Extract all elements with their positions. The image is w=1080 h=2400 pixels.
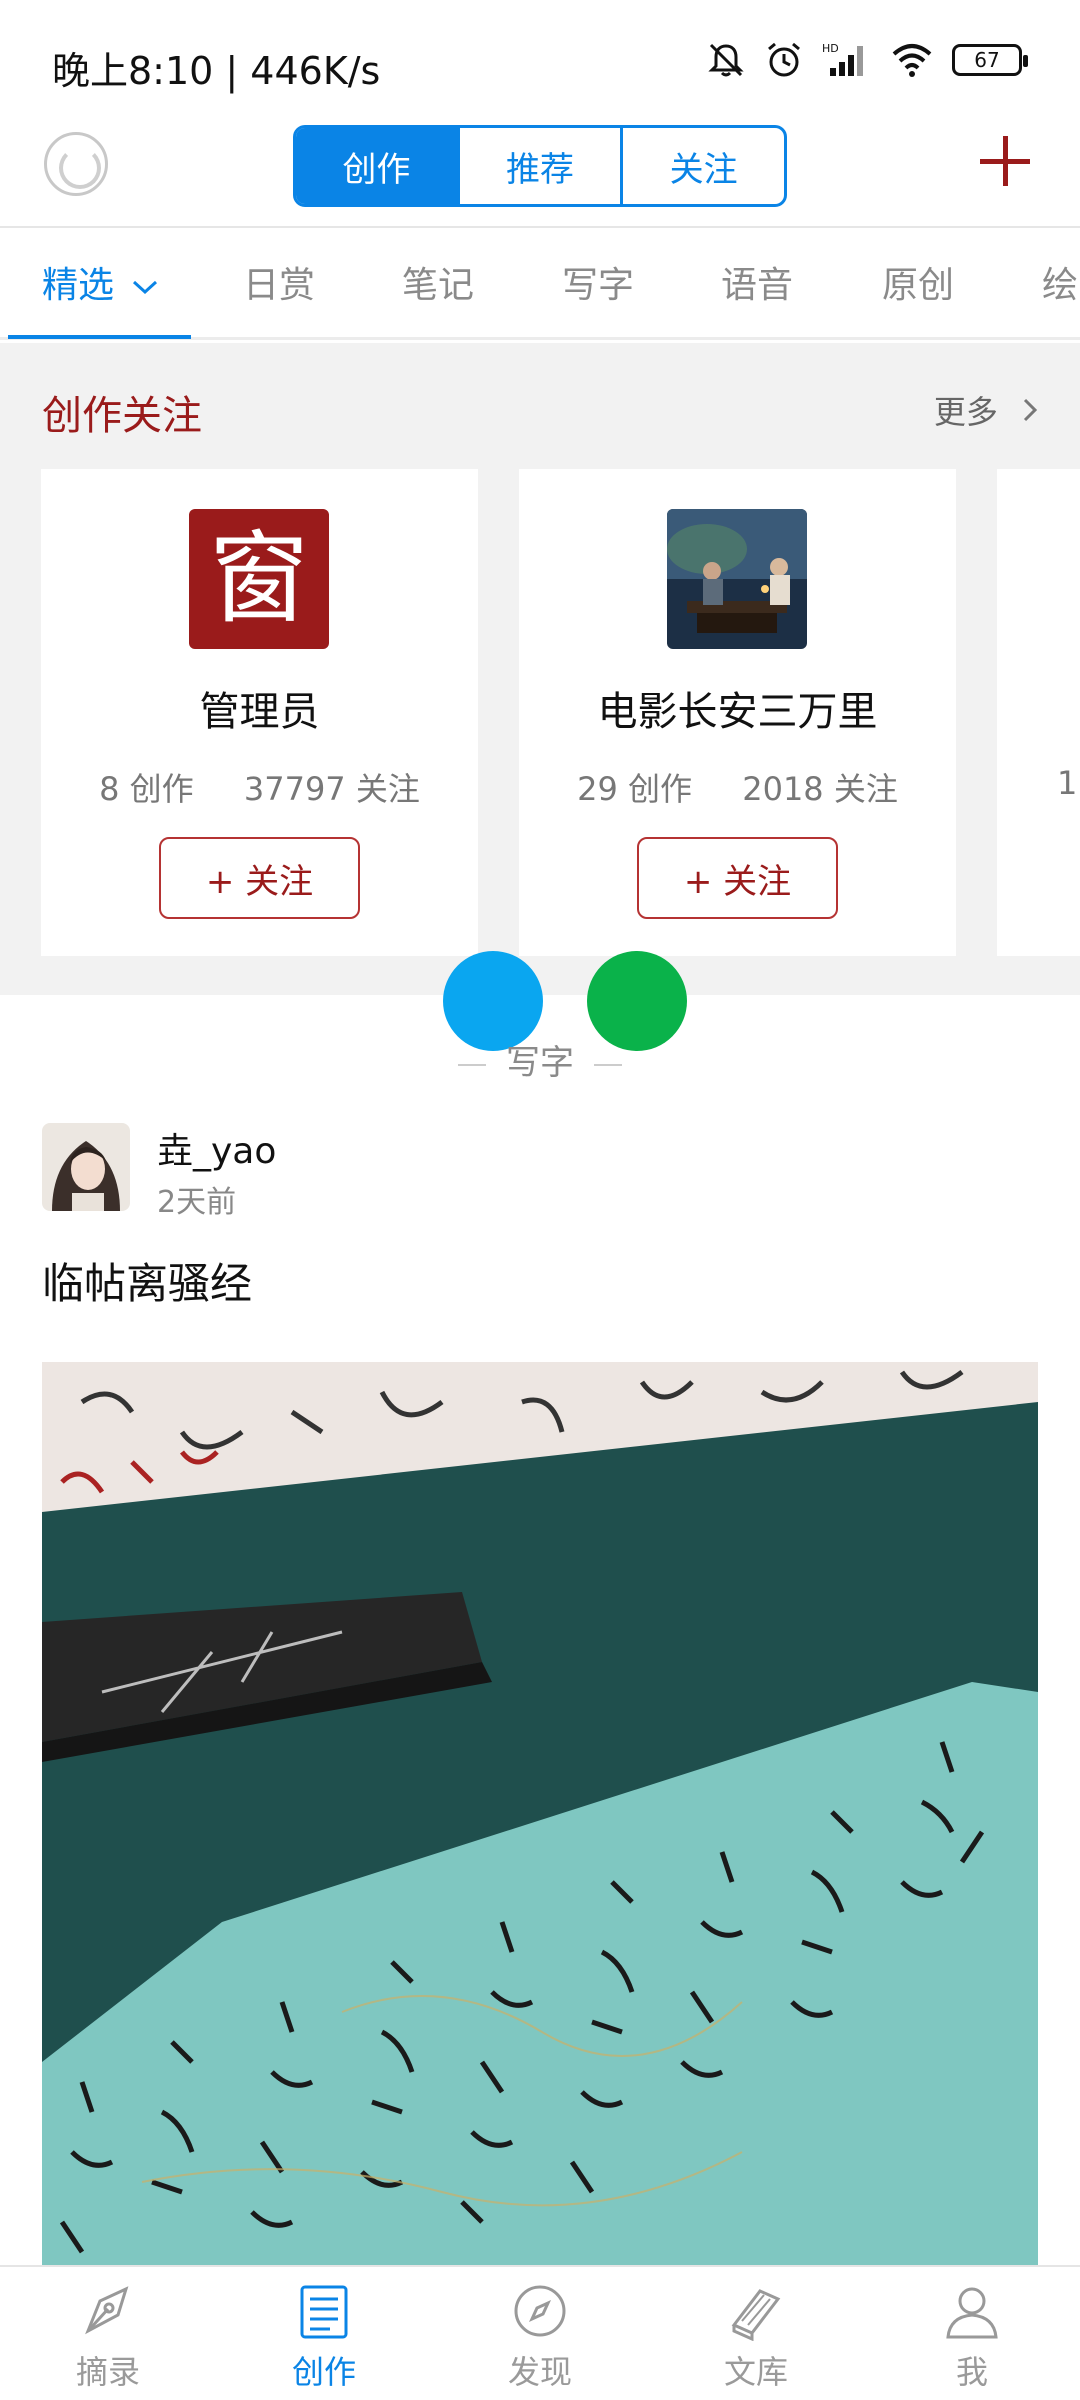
bottom-nav: 摘录 创作 发现 文库 我 <box>0 2265 1080 2400</box>
segment-follow[interactable]: 关注 <box>620 128 784 204</box>
tab-notes[interactable]: 笔记 <box>402 256 474 308</box>
wifi-icon <box>892 44 932 77</box>
movie-poster-image <box>667 509 807 649</box>
divider <box>458 1063 486 1066</box>
pen-nib-icon <box>85 2286 129 2335</box>
nav-excerpt[interactable]: 摘录 <box>0 2267 216 2400</box>
avatar[interactable] <box>42 1123 130 1211</box>
add-icon[interactable] <box>980 136 1030 186</box>
nav-discover[interactable]: 发现 <box>432 2267 648 2400</box>
creator-stats: 8 创作 37797 关注 <box>41 764 478 810</box>
tab-writing[interactable]: 写字 <box>562 256 634 308</box>
avatar: 窗 <box>189 509 329 649</box>
tab-daily[interactable]: 日赏 <box>243 256 315 308</box>
segment-control: 创作 推荐 关注 <box>293 125 787 207</box>
nav-label: 摘录 <box>75 2353 140 2391</box>
calligraphy-photo <box>42 1362 1038 2265</box>
follow-button[interactable]: + 关注 <box>159 837 360 919</box>
user-avatar-image <box>42 1123 130 1211</box>
alarm-icon <box>768 42 800 77</box>
creator-card[interactable]: 电影长安三万里 29 创作 2018 关注 + 关注 <box>519 469 956 956</box>
creator-card[interactable]: 窗 管理员 8 创作 37797 关注 + 关注 <box>41 469 478 956</box>
segment-create[interactable]: 创作 <box>296 128 457 204</box>
status-icons: HD 67 <box>706 40 1028 80</box>
tab-featured[interactable]: 精选 <box>42 256 159 308</box>
post-time: 2天前 <box>157 1185 237 1220</box>
creator-stats: 11 <box>1057 764 1080 802</box>
post-title[interactable]: 临帖离骚经 <box>42 1250 252 1311</box>
follower-count: 2018 关注 <box>742 770 898 808</box>
tab-original[interactable]: 原创 <box>882 256 954 308</box>
compass-icon <box>514 2285 566 2337</box>
works-count: 11 <box>1057 764 1080 802</box>
chevron-right-icon <box>1023 398 1038 422</box>
user-icon <box>946 2287 998 2339</box>
tab-painting[interactable]: 绘 <box>1042 256 1078 308</box>
tab-active-indicator <box>8 335 191 339</box>
divider <box>594 1063 622 1066</box>
status-bar: 晚上8:10 | 446K/s HD 67 <box>0 0 1080 122</box>
segment-recommend[interactable]: 推荐 <box>456 128 621 204</box>
nav-label: 创作 <box>291 2353 356 2391</box>
creator-card-partial[interactable]: 11 <box>997 469 1080 956</box>
follow-button[interactable]: + 关注 <box>637 837 838 919</box>
nav-label: 发现 <box>507 2353 572 2391</box>
section-label-text: 写字 <box>506 1043 574 1083</box>
chevron-down-icon <box>133 280 158 295</box>
nav-me[interactable]: 我 <box>864 2267 1080 2400</box>
document-icon <box>300 2285 348 2339</box>
feed-section-label: 写字 <box>0 1035 1080 1084</box>
section-title: 创作关注 <box>42 393 202 439</box>
tab-featured-label: 精选 <box>42 265 115 306</box>
works-count: 29 创作 <box>577 770 693 808</box>
nav-library[interactable]: 文库 <box>648 2267 864 2400</box>
books-icon <box>731 2289 781 2341</box>
more-link[interactable]: 更多 <box>934 387 1040 433</box>
creator-name: 管理员 <box>199 689 320 735</box>
avatar <box>667 509 807 649</box>
nav-label: 文库 <box>723 2353 788 2391</box>
follower-count: 37797 关注 <box>243 770 420 808</box>
nav-create[interactable]: 创作 <box>216 2267 432 2400</box>
battery-icon: 67 <box>952 44 1028 76</box>
top-bar: 创作 推荐 关注 <box>0 122 1080 228</box>
creator-follow-section: 创作关注 更多 窗 管理员 8 创作 37797 关注 + 关注 电影长安三万里… <box>0 343 1080 995</box>
tab-voice[interactable]: 语音 <box>721 256 793 308</box>
status-time: 晚上8:10 | 446K/s <box>52 49 381 93</box>
mute-bell-icon <box>708 43 744 77</box>
creator-name: 电影长安三万里 <box>597 689 878 735</box>
post-image[interactable] <box>42 1362 1038 2265</box>
category-tabs: 精选 日赏 笔记 写字 语音 原创 绘 <box>0 230 1080 340</box>
post-username[interactable]: 垚_yao <box>157 1122 276 1174</box>
more-label: 更多 <box>933 393 998 431</box>
nav-label: 我 <box>955 2353 988 2391</box>
hd-signal-icon: HD <box>822 42 863 76</box>
creator-stats: 29 创作 2018 关注 <box>519 764 956 810</box>
loading-icon[interactable] <box>44 132 108 196</box>
svg-text:HD: HD <box>822 42 839 55</box>
works-count: 8 创作 <box>99 770 194 808</box>
